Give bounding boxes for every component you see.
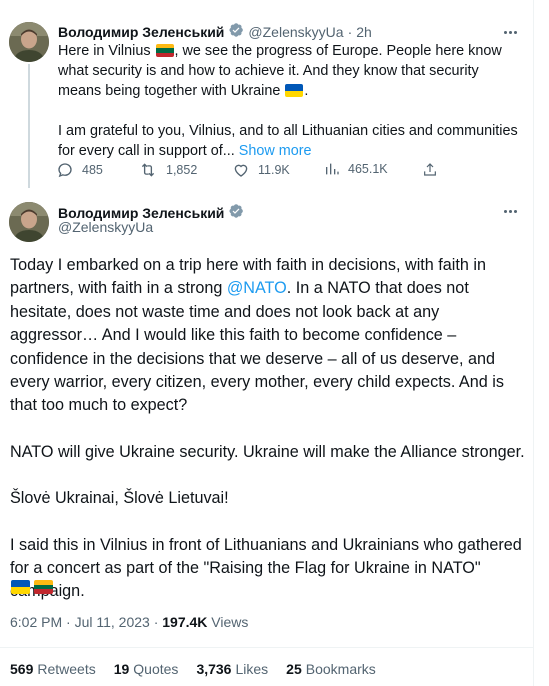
verified-badge-icon (228, 203, 244, 222)
reply-count: 485 (82, 163, 103, 177)
verified-badge-icon (228, 22, 244, 41)
tweet-metadata: 6:02 PM · Jul 11, 2023 · 197.4K Views (10, 614, 248, 630)
flag-emojis (10, 580, 54, 594)
lithuania-flag-icon (34, 580, 53, 594)
tweet-stats: 569 Retweets 19 Quotes 3,736 Likes 25 Bookma… (10, 661, 394, 677)
likes-label: Likes (235, 661, 269, 677)
views-count: 197.4K (162, 614, 208, 630)
ukraine-flag-icon (11, 580, 30, 594)
reply-icon (56, 161, 74, 179)
likes-stat[interactable]: 3,736 Likes (196, 661, 268, 677)
timeline-border (533, 0, 534, 686)
share-button[interactable] (422, 161, 438, 179)
views-icon (324, 161, 340, 177)
tweet1-header: Володимир Зеленський @ZelenskyyUa · 2h (58, 22, 372, 41)
tweet-timestamp[interactable]: 6:02 PM · Jul 11, 2023 · (10, 614, 162, 630)
retweet-icon (138, 161, 158, 179)
like-count: 11.9K (258, 163, 290, 177)
views-count: 465.1K (348, 162, 388, 176)
more-icon[interactable] (498, 25, 522, 39)
retweets-count: 569 (10, 661, 34, 677)
tweet2-para3: Šlovė Ukrainai, Šlovė Lietuvai! (10, 489, 229, 508)
more-icon[interactable] (498, 204, 522, 218)
divider (0, 647, 533, 648)
avatar[interactable] (9, 22, 49, 62)
separator-dot: · (347, 23, 353, 40)
share-icon (422, 161, 438, 179)
tweet1-text: Here in Vilnius , we see the progress of… (58, 41, 520, 161)
like-icon (232, 161, 250, 179)
retweets-stat[interactable]: 569 Retweets (10, 661, 96, 677)
tweet2-para1-end: . In a NATO that does not hesitate, does… (10, 279, 504, 415)
bookmarks-stat[interactable]: 25 Bookmarks (286, 661, 376, 677)
thread-connector-line (28, 64, 30, 188)
bookmarks-label: Bookmarks (305, 661, 376, 677)
avatar[interactable] (9, 202, 49, 242)
tweet1-text-part1: Here in Vilnius (58, 43, 155, 59)
retweet-count: 1,852 (166, 163, 198, 177)
bookmarks-count: 25 (286, 661, 302, 677)
tweet2-para2: NATO will give Ukraine security. Ukraine… (10, 442, 525, 461)
nato-mention-link[interactable]: @NATO (227, 279, 287, 297)
quotes-label: Quotes (133, 661, 179, 677)
tweet2-text: Today I embarked on a trip here with fai… (10, 254, 530, 604)
lithuania-flag-icon (155, 44, 174, 57)
tweet1-action-bar: 485 1,852 11.9K 465.1K (56, 161, 456, 181)
retweet-button[interactable]: 1,852 (138, 161, 197, 179)
tweet1-text-part3: . (304, 83, 309, 99)
quotes-stat[interactable]: 19 Quotes (114, 661, 179, 677)
author-name[interactable]: Володимир Зеленський (58, 24, 224, 40)
author-handle[interactable]: @ZelenskyyUa (58, 219, 153, 235)
show-more-link[interactable]: Show more (239, 143, 312, 159)
tweet2-para4: I said this in Vilnius in front of Lithu… (10, 535, 522, 601)
ukraine-flag-icon (285, 84, 304, 97)
like-button[interactable]: 11.9K (232, 161, 290, 179)
views-button[interactable]: 465.1K (324, 161, 388, 177)
reply-button[interactable]: 485 (56, 161, 103, 179)
author-handle[interactable]: @ZelenskyyUa (248, 24, 343, 40)
views-label: Views (207, 614, 249, 630)
tweet-time[interactable]: 2h (356, 24, 372, 40)
retweets-label: Retweets (37, 661, 96, 677)
quotes-count: 19 (113, 661, 130, 677)
likes-count: 3,736 (196, 661, 232, 677)
